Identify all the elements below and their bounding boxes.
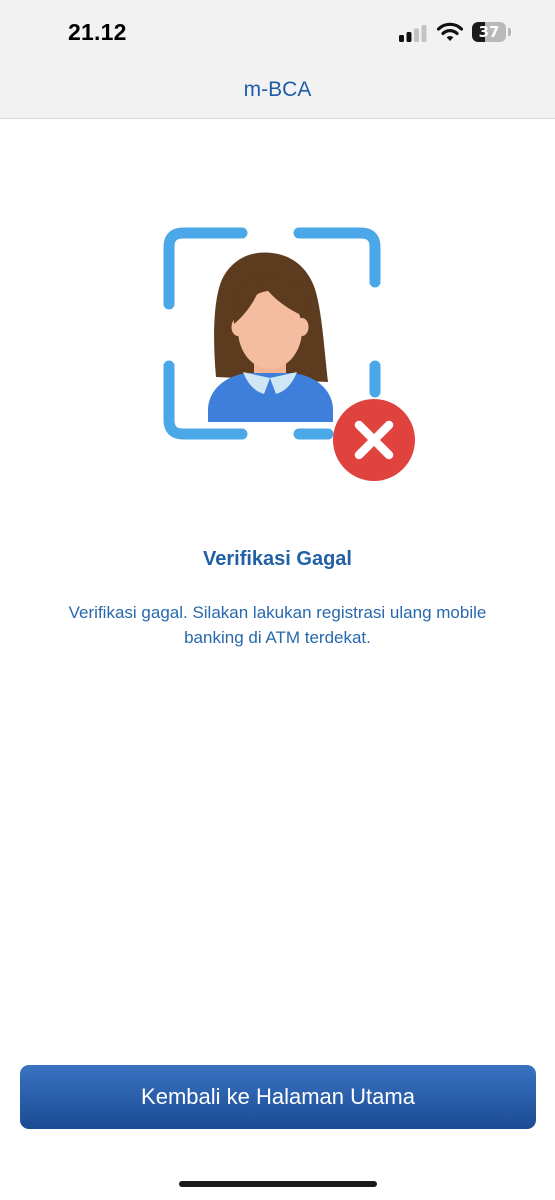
signal-icon	[399, 25, 427, 42]
navigation-bar: m-BCA	[0, 64, 555, 119]
battery-icon: 37	[472, 22, 514, 44]
battery-level: 37	[478, 23, 500, 41]
status-bar: 21.12 37	[0, 0, 555, 64]
home-indicator[interactable]	[179, 1181, 377, 1187]
error-x-icon	[333, 399, 415, 481]
back-to-home-button[interactable]: Kembali ke Halaman Utama	[20, 1065, 536, 1129]
face-verification-failed-illustration	[163, 227, 415, 481]
status-time: 21.12	[68, 19, 127, 45]
wifi-icon	[437, 22, 463, 41]
result-title: Verifikasi Gagal	[203, 548, 352, 570]
woman-avatar-icon	[208, 252, 333, 422]
result-message: Verifikasi gagal. Silakan lakukan regist…	[68, 603, 487, 647]
app-title: m-BCA	[243, 78, 312, 101]
